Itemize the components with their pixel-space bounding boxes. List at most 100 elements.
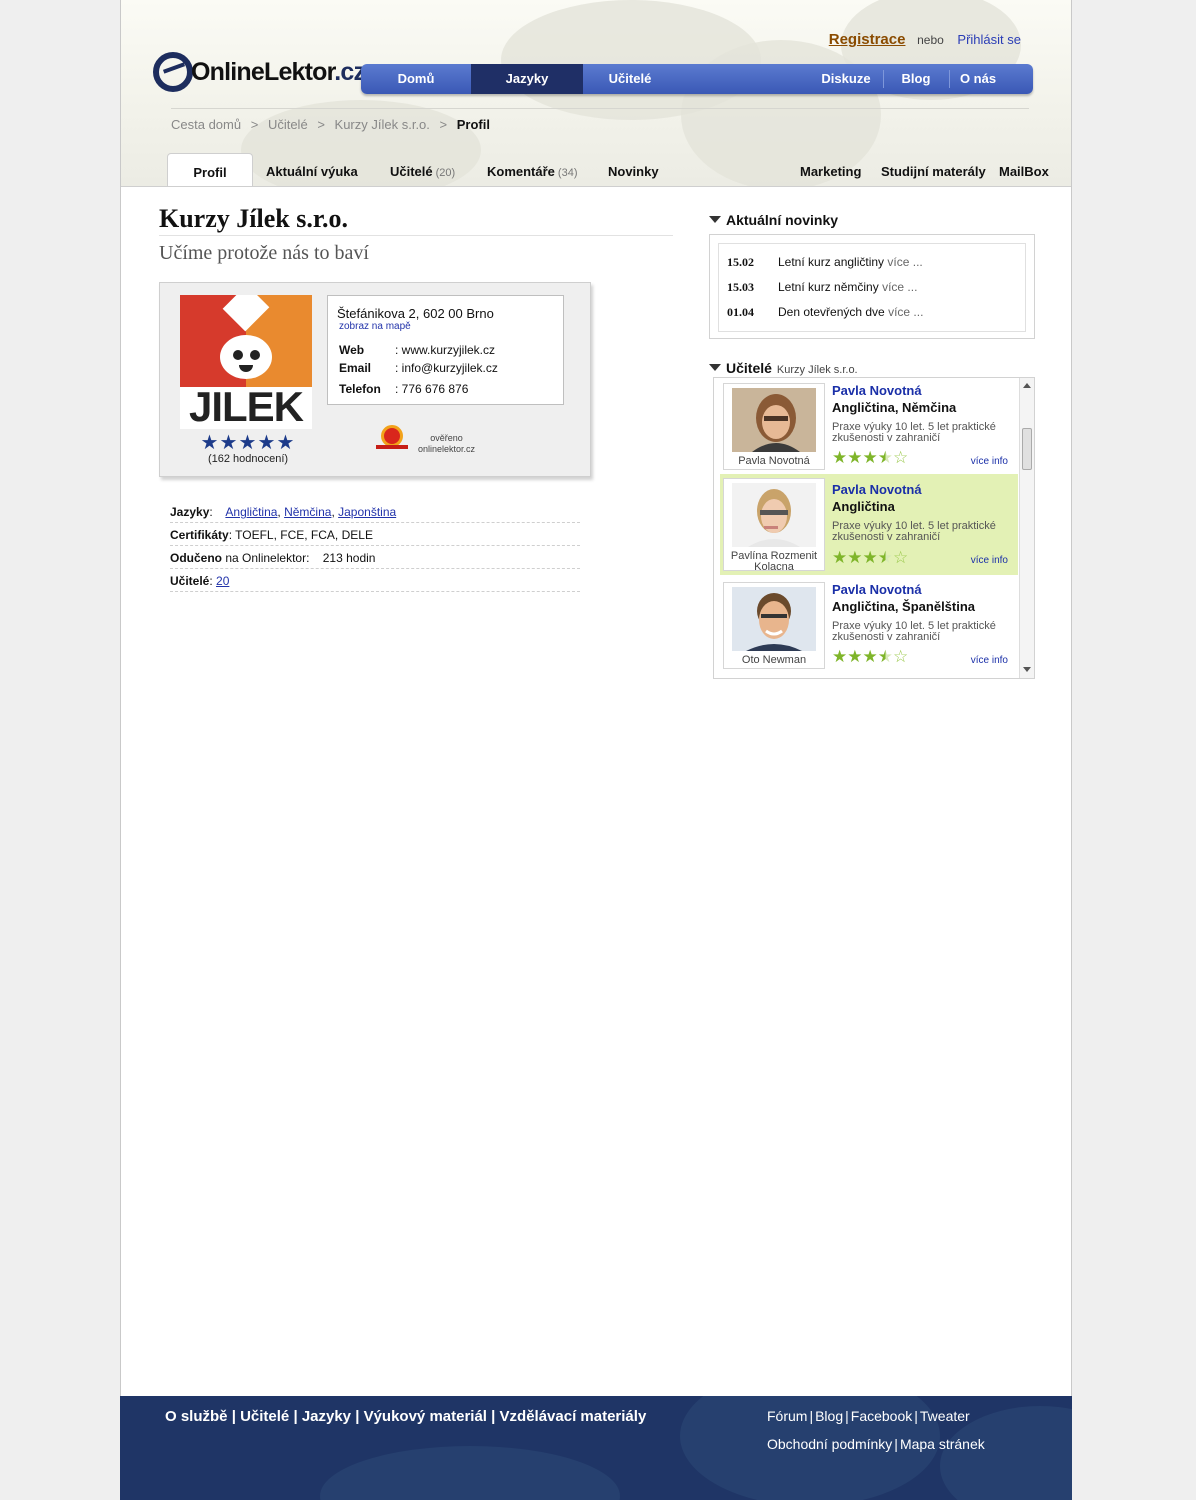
map-link[interactable]: zobraz na mapě: [339, 321, 411, 332]
more-info-link[interactable]: více info: [971, 555, 1008, 566]
contact-box: Štefánikova 2, 602 00 Brno zobraz na map…: [327, 295, 564, 405]
teacher-name[interactable]: Pavla Novotná: [832, 383, 922, 398]
footer-link[interactable]: Obchodní podmínky: [767, 1436, 892, 1452]
collapse-icon: [709, 364, 721, 371]
teachers-heading[interactable]: Učitelé Kurzy Jílek s.r.o.: [709, 360, 858, 376]
star-half-icon: ★: [877, 647, 893, 666]
footer-link[interactable]: Tweater: [920, 1408, 970, 1424]
footer-link[interactable]: Facebook: [851, 1408, 912, 1424]
star-full-icon: ★: [847, 647, 863, 666]
star-full-icon: ★: [832, 647, 848, 666]
tab-news[interactable]: Novinky: [608, 153, 659, 186]
footer: O službě | Učitelé | Jazyky | Výukový ma…: [120, 1396, 1072, 1500]
main-nav: Domů Jazyky Učitelé Diskuze Blog O nás: [361, 64, 1033, 94]
teachers-count-link[interactable]: 20: [216, 574, 229, 588]
more-info-link[interactable]: více info: [971, 456, 1008, 467]
news-item[interactable]: 15.03 Letní kurz němčiny více ...: [727, 280, 917, 295]
email-value[interactable]: : info@kurzyjilek.cz: [395, 361, 498, 375]
nav-discussion[interactable]: Diskuze: [811, 64, 881, 94]
star-full-icon: ★: [832, 548, 848, 567]
nav-blog[interactable]: Blog: [885, 64, 947, 94]
star-half-icon: ★: [877, 448, 893, 467]
tab-study-materials[interactable]: Studijní materály: [881, 164, 986, 179]
footer-link[interactable]: Blog: [815, 1408, 843, 1424]
taught-row: Odučeno na Onlinelektor: 213 hodin: [170, 546, 580, 569]
star-empty-icon: ☆: [893, 448, 909, 467]
phone-row: Telefon: 776 676 876: [339, 382, 469, 396]
web-value[interactable]: : www.kurzyjilek.cz: [395, 343, 495, 357]
footer-link[interactable]: Fórum: [767, 1408, 807, 1424]
breadcrumb-current: Profil: [456, 117, 490, 132]
scroll-thumb[interactable]: [1022, 428, 1032, 470]
certs-row: Certifikáty: TOEFL, FCE, FCA, DELE: [170, 523, 580, 546]
page-title: Kurzy Jílek s.r.o.: [159, 204, 348, 233]
teacher-name[interactable]: Pavla Novotná: [832, 582, 922, 597]
news-item[interactable]: 01.04 Den otevřených dve více ...: [727, 305, 923, 320]
rating-star-icon: ★: [276, 432, 295, 454]
star-empty-icon: ☆: [893, 548, 909, 567]
tab-marketing[interactable]: Marketing: [800, 164, 861, 179]
scroll-up-icon[interactable]: [1023, 383, 1031, 388]
rating-star-icon: ★: [200, 432, 219, 454]
breadcrumb-teachers[interactable]: Učitelé: [268, 117, 308, 132]
tab-profile[interactable]: Profil: [167, 153, 253, 186]
profile-card: JILEK ★★★★★ (162 hodnocení) Štefánikova …: [159, 282, 591, 477]
footer-link[interactable]: Vzdělávací materiály: [500, 1408, 647, 1425]
rating-star-icon: ★: [219, 432, 238, 454]
nav-teachers[interactable]: Učitelé: [583, 64, 677, 94]
news-heading[interactable]: Aktuální novinky: [709, 212, 838, 228]
tab-comments[interactable]: Komentáře (34): [487, 153, 577, 186]
scroll-down-icon[interactable]: [1023, 667, 1031, 672]
teacher-languages: Angličtina: [832, 499, 895, 514]
languages-row: Jazyky: Angličtina, Němčina, Japonština: [170, 500, 580, 523]
teacher-description: Praxe výuky 10 let. 5 let praktické zkuš…: [832, 421, 996, 444]
footer-links-left: O službě | Učitelé | Jazyky | Výukový ma…: [165, 1408, 647, 1425]
tab-mailbox[interactable]: MailBox: [999, 164, 1049, 179]
nav-languages[interactable]: Jazyky: [471, 64, 583, 94]
star-full-icon: ★: [832, 448, 848, 467]
register-link[interactable]: Registrace: [829, 31, 906, 48]
rating-star-icon: ★: [257, 432, 276, 454]
address: Štefánikova 2, 602 00 Brno: [337, 306, 494, 321]
breadcrumb-sep: >: [317, 117, 325, 132]
more-info-link[interactable]: více info: [971, 655, 1008, 666]
teacher-languages: Angličtina, Španělština: [832, 599, 976, 614]
teachers-scrollbar[interactable]: [1019, 378, 1034, 678]
teacher-card[interactable]: Oto Newman Pavla Novotná Angličtina, Špa…: [720, 577, 1018, 672]
nav-about[interactable]: O nás: [951, 64, 1005, 94]
login-link[interactable]: Přihlásit se: [957, 32, 1021, 47]
teacher-languages: Angličtina, Němčina: [832, 400, 957, 415]
nav-home[interactable]: Domů: [361, 64, 471, 94]
or-text: nebo: [917, 33, 944, 47]
teacher-rating: ★★★★☆: [832, 648, 908, 665]
footer-link[interactable]: Učitelé: [240, 1408, 289, 1425]
teacher-description: Praxe výuky 10 let. 5 let praktické zkuš…: [832, 520, 996, 543]
site-logo[interactable]: OnlineLektor.cz: [153, 50, 366, 96]
language-link[interactable]: Němčina: [284, 505, 331, 519]
rating-count: (162 hodnocení): [207, 453, 289, 465]
teacher-photo[interactable]: Pavla Novotná: [723, 383, 825, 470]
language-link[interactable]: Japonština: [338, 505, 396, 519]
web-row: Web: www.kurzyjilek.cz: [339, 343, 496, 357]
footer-link[interactable]: Výukový materiál: [364, 1408, 487, 1425]
footer-link[interactable]: Mapa stránek: [900, 1436, 985, 1452]
news-item[interactable]: 15.02 Letní kurz angličtiny více ...: [727, 255, 923, 270]
breadcrumb-home[interactable]: Cesta domů: [171, 117, 241, 132]
teacher-photo[interactable]: Pavlína Rozmenit Kolacna: [723, 478, 825, 573]
rating-star-icon: ★: [238, 432, 257, 454]
teacher-name[interactable]: Pavla Novotná: [832, 482, 922, 497]
breadcrumb-school[interactable]: Kurzy Jílek s.r.o.: [335, 117, 430, 132]
logo-text: OnlineLektor: [191, 58, 335, 86]
tab-teachers[interactable]: Učitelé (20): [390, 153, 455, 186]
language-link[interactable]: Angličtina: [225, 505, 277, 519]
footer-link[interactable]: O službě: [165, 1408, 228, 1425]
verified-seal-icon: [376, 425, 408, 453]
teacher-card[interactable]: Pavla Novotná Pavla Novotná Angličtina, …: [720, 378, 1018, 473]
collapse-icon: [709, 216, 721, 223]
breadcrumb-sep: >: [250, 117, 259, 132]
tab-current-teaching[interactable]: Aktuální výuka: [266, 153, 358, 186]
star-full-icon: ★: [862, 647, 878, 666]
footer-link[interactable]: Jazyky: [302, 1408, 351, 1425]
teacher-card[interactable]: Pavlína Rozmenit Kolacna Pavla Novotná A…: [720, 474, 1018, 575]
teacher-photo[interactable]: Oto Newman: [723, 582, 825, 669]
